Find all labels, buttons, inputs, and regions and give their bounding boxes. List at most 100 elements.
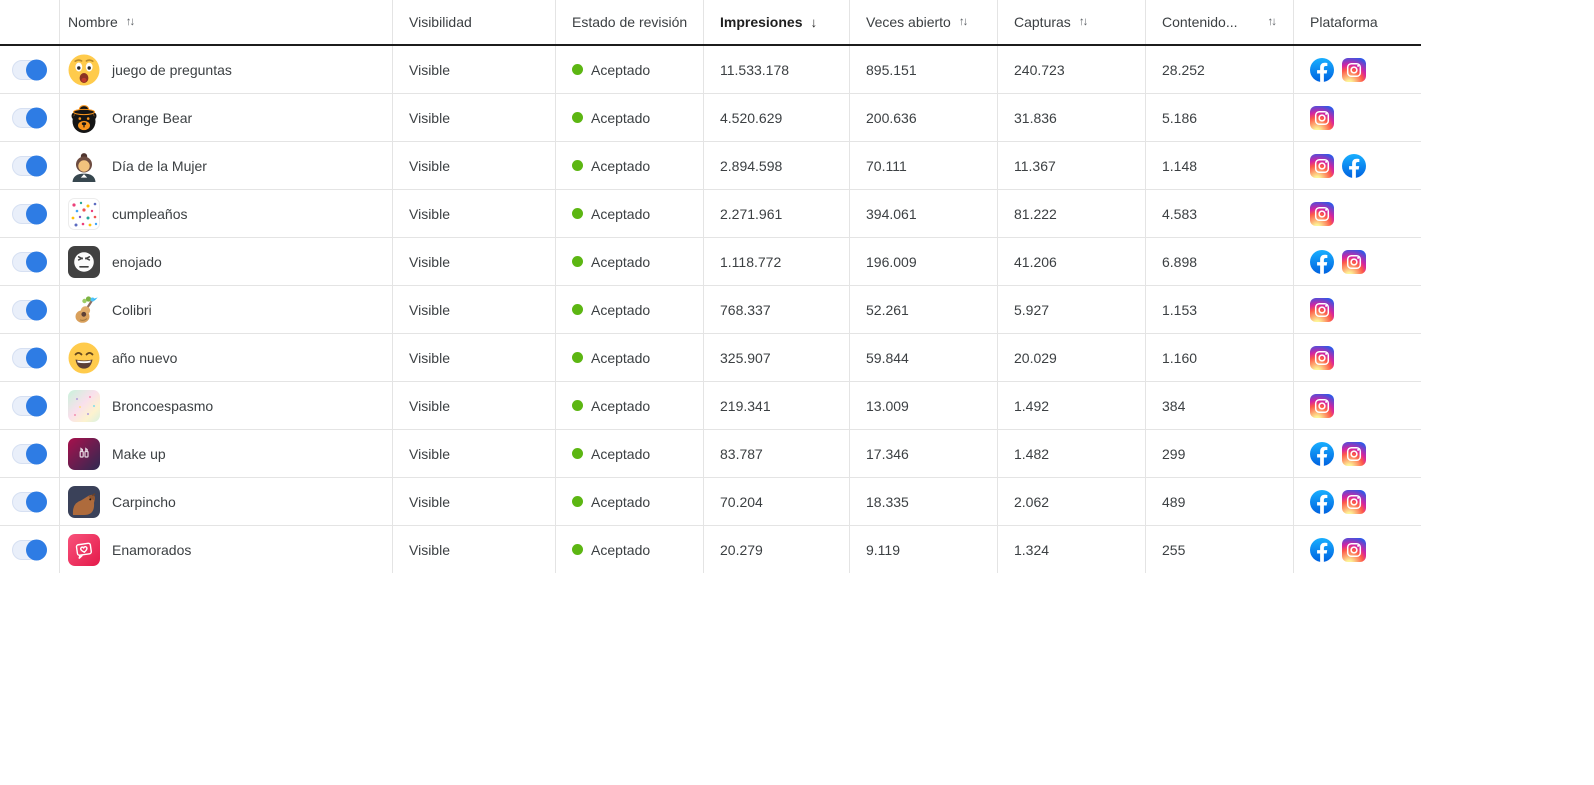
sticker-row[interactable]: cumpleaños Visible Aceptado 2.271.961 394.06… (0, 190, 1421, 238)
impressions-cell: 20.279 (703, 526, 849, 573)
angry-face-avatar-icon (68, 245, 100, 278)
makeup-avatar-icon (68, 437, 100, 470)
visibility-toggle[interactable] (12, 395, 47, 416)
toggle-knob-icon (26, 299, 47, 320)
visibility-toggle[interactable] (12, 491, 47, 512)
sticker-row[interactable]: Día de la Mujer Visible Aceptado 2.894.598 7… (0, 142, 1421, 190)
toggle-cell (0, 478, 59, 525)
column-header-capturas[interactable]: Capturas ↑↓ (997, 0, 1145, 44)
visibility-toggle[interactable] (12, 299, 47, 320)
column-label-veces-abierto: Veces abierto (866, 14, 951, 30)
column-header-toggle (0, 0, 59, 44)
opens-value: 895.151 (866, 61, 917, 78)
name-cell: Make up (59, 430, 392, 477)
name-cell: Colibri (59, 286, 392, 333)
visibility-value: Visible (409, 61, 450, 78)
review-status-cell: Aceptado (555, 286, 703, 333)
sort-both-icon[interactable]: ↑↓ (1079, 16, 1089, 28)
visibility-cell: Visible (392, 142, 555, 189)
sticker-row[interactable]: año nuevo Visible Aceptado 325.907 59.844 20.… (0, 334, 1421, 382)
opens-cell: 52.261 (849, 286, 997, 333)
businesswoman-avatar-icon (68, 150, 100, 182)
content-cell: 255 (1145, 526, 1293, 573)
content-cell: 5.186 (1145, 94, 1293, 141)
sticker-name: Día de la Mujer (112, 157, 207, 174)
sticker-row[interactable]: Broncoespasmo Visible Aceptado 219.341 13.00… (0, 382, 1421, 430)
sort-desc-icon[interactable]: ↓ (810, 15, 817, 30)
name-cell: juego de preguntas (59, 46, 392, 93)
stickers-table-page: Nombre ↑↓ Visibilidad Estado de revisión Imp… (0, 0, 1594, 573)
sort-both-icon[interactable]: ↑↓ (959, 16, 969, 28)
column-label-capturas: Capturas (1014, 14, 1071, 30)
instagram-icon (1310, 393, 1334, 418)
captures-cell: 81.222 (997, 190, 1145, 237)
column-header-veces-abierto[interactable]: Veces abierto ↑↓ (849, 0, 997, 44)
visibility-toggle[interactable] (12, 59, 47, 80)
column-header-contenido[interactable]: Contenido... ↑↓ (1145, 0, 1293, 44)
sticker-row[interactable]: Make up Visible Aceptado 83.787 17.346 1.482 2… (0, 430, 1421, 478)
toggle-knob-icon (26, 491, 47, 512)
toggle-knob-icon (26, 443, 47, 464)
visibility-toggle[interactable] (12, 347, 47, 368)
sticker-row[interactable]: juego de preguntas Visible Aceptado 11.533.… (0, 46, 1421, 94)
opens-cell: 895.151 (849, 46, 997, 93)
stickers-table: Nombre ↑↓ Visibilidad Estado de revisión Imp… (0, 0, 1421, 573)
opens-cell: 196.009 (849, 238, 997, 285)
content-cell: 384 (1145, 382, 1293, 429)
sticker-row[interactable]: Colibri Visible Aceptado 768.337 52.261 5.927… (0, 286, 1421, 334)
opens-cell: 70.111 (849, 142, 997, 189)
opens-cell: 17.346 (849, 430, 997, 477)
impressions-value: 2.271.961 (720, 205, 783, 222)
sticker-name: juego de preguntas (112, 61, 232, 78)
sticker-row[interactable]: Enamorados Visible Aceptado 20.279 9.119 1.32… (0, 526, 1421, 573)
impressions-value: 11.533.178 (720, 61, 790, 78)
name-cell: cumpleaños (59, 190, 392, 237)
sticker-row[interactable]: enojado Visible Aceptado 1.118.772 196.009 41… (0, 238, 1421, 286)
captures-value: 31.836 (1014, 109, 1057, 126)
visibility-toggle[interactable] (12, 107, 47, 128)
opens-value: 17.346 (866, 445, 909, 462)
impressions-value: 4.520.629 (720, 109, 783, 126)
visibility-value: Visible (409, 253, 450, 270)
facebook-icon (1310, 249, 1334, 274)
sticker-row[interactable]: Carpincho Visible Aceptado 70.204 18.335 2.06… (0, 478, 1421, 526)
content-value: 1.160 (1162, 349, 1198, 366)
impressions-value: 2.894.598 (720, 157, 783, 174)
content-value: 28.252 (1162, 61, 1205, 78)
visibility-toggle[interactable] (12, 443, 47, 464)
sticker-name: Orange Bear (112, 109, 193, 126)
impressions-cell: 2.894.598 (703, 142, 849, 189)
visibility-toggle[interactable] (12, 155, 47, 176)
captures-cell: 240.723 (997, 46, 1145, 93)
opens-value: 59.844 (866, 349, 909, 366)
visibility-toggle[interactable] (12, 203, 47, 224)
review-status-cell: Aceptado (555, 430, 703, 477)
impressions-cell: 2.271.961 (703, 190, 849, 237)
column-header-nombre[interactable]: Nombre ↑↓ (59, 0, 392, 44)
captures-value: 240.723 (1014, 61, 1065, 78)
column-label-visibilidad: Visibilidad (409, 14, 472, 30)
review-status-cell: Aceptado (555, 526, 703, 573)
toggle-cell (0, 190, 59, 237)
review-status-value: Aceptado (591, 397, 651, 414)
captures-value: 5.927 (1014, 301, 1050, 318)
opens-cell: 200.636 (849, 94, 997, 141)
content-value: 299 (1162, 445, 1186, 462)
facebook-icon (1310, 441, 1334, 466)
content-value: 6.898 (1162, 253, 1198, 270)
impressions-cell: 219.341 (703, 382, 849, 429)
review-status-value: Aceptado (591, 445, 651, 462)
status-accepted-dot-icon (572, 304, 583, 315)
sort-both-icon[interactable]: ↑↓ (1268, 16, 1278, 28)
column-label-contenido: Contenido... (1162, 14, 1238, 30)
impressions-cell: 11.533.178 (703, 46, 849, 93)
visibility-toggle[interactable] (12, 251, 47, 272)
sticker-row[interactable]: Orange Bear Visible Aceptado 4.520.629 200.6… (0, 94, 1421, 142)
toggle-cell (0, 46, 59, 93)
column-header-impresiones[interactable]: Impresiones ↓ (703, 0, 849, 44)
impressions-value: 20.279 (720, 541, 763, 558)
sort-both-icon[interactable]: ↑↓ (126, 16, 136, 28)
review-status-value: Aceptado (591, 541, 651, 558)
opens-value: 13.009 (866, 397, 909, 414)
visibility-toggle[interactable] (12, 539, 47, 560)
